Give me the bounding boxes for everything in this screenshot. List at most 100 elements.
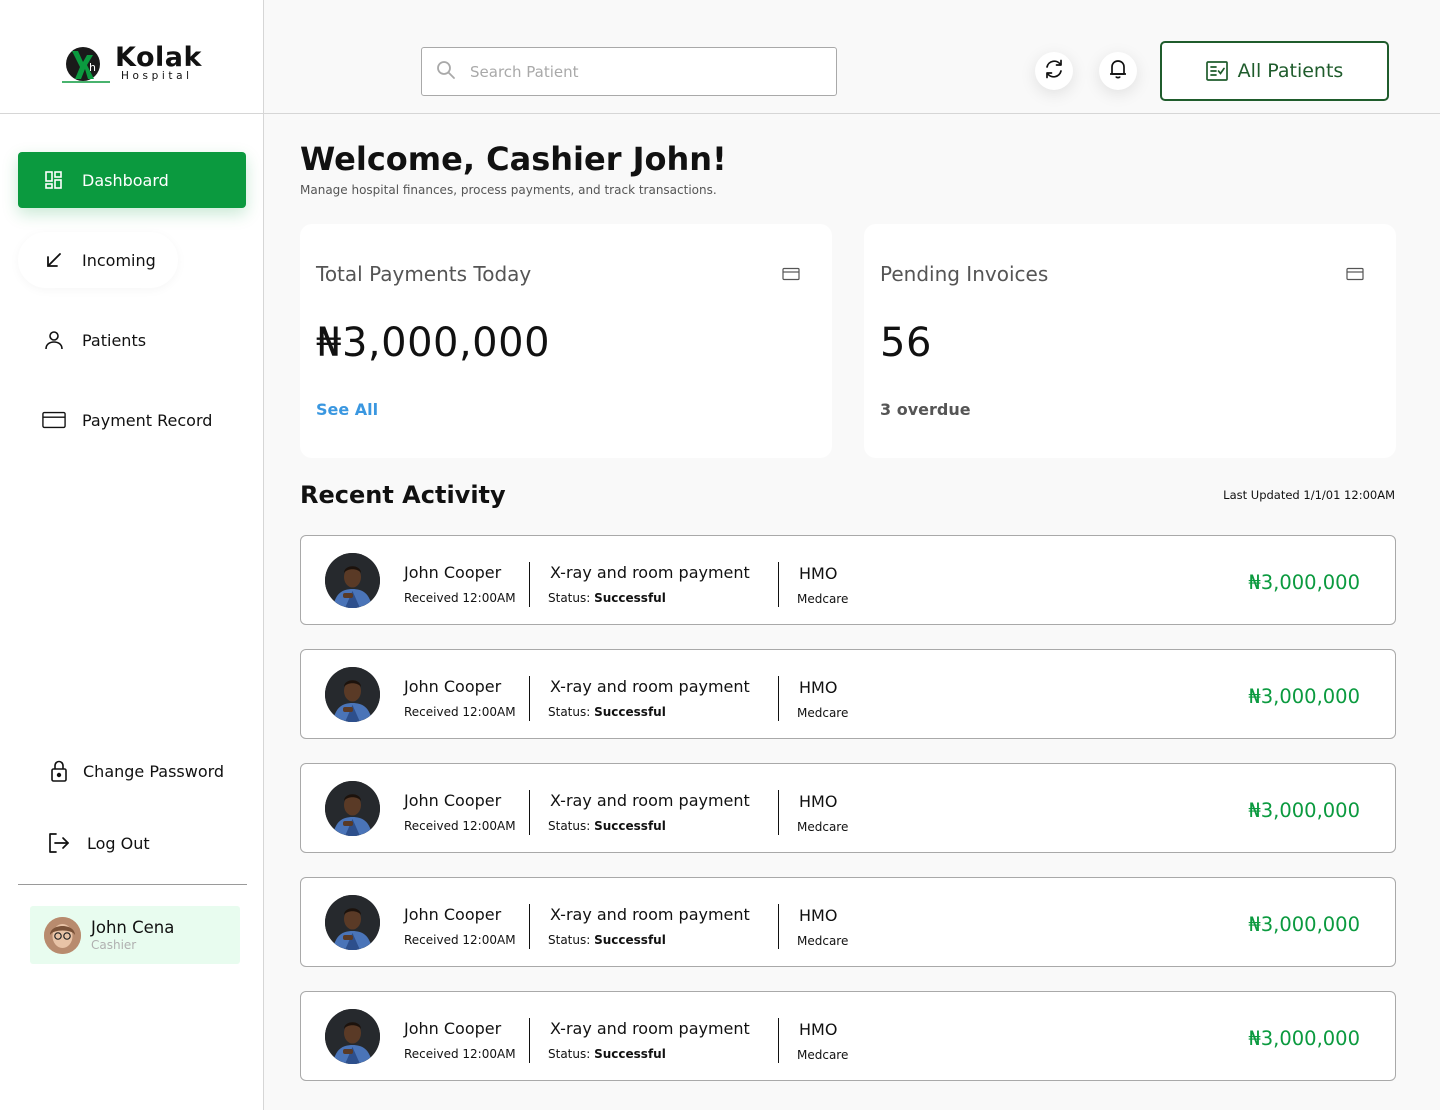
pending-invoices-card: Pending Invoices 56 3 overdue: [864, 224, 1396, 458]
change-password-label: Change Password: [83, 761, 225, 781]
status-label: Status:: [548, 705, 591, 719]
payment-type: HMO: [799, 792, 838, 811]
dashboard-icon: [42, 168, 66, 192]
svg-text:h: h: [89, 61, 96, 74]
status-value: Successful: [594, 705, 666, 719]
status-label: Status:: [548, 819, 591, 833]
avatar: [325, 895, 380, 950]
avatar: [325, 1009, 380, 1064]
payment-amount: ₦3,000,000: [1248, 1027, 1360, 1050]
payment-amount: ₦3,000,000: [1248, 913, 1360, 936]
payment-description: X-ray and room payment: [550, 677, 750, 696]
hmo-provider: Medcare: [797, 1048, 849, 1062]
card-icon: [1346, 266, 1364, 285]
received-time: Received 12:00AM: [404, 1047, 516, 1061]
patient-name: John Cooper: [404, 1019, 502, 1038]
page-title: Welcome, Cashier John!: [300, 140, 727, 178]
status-value: Successful: [594, 1047, 666, 1061]
activity-row[interactable]: John Cooper Received 12:00AM X-ray and r…: [300, 763, 1396, 853]
payment-description: X-ray and room payment: [550, 563, 750, 582]
logout-label: Log Out: [87, 833, 150, 853]
hmo-provider: Medcare: [797, 934, 849, 948]
row-divider: [529, 676, 530, 721]
card-icon: [42, 408, 66, 432]
hmo-provider: Medcare: [797, 706, 849, 720]
card-value: 56: [880, 320, 932, 366]
status-value: Successful: [594, 819, 666, 833]
payment-status: Status: Successful: [548, 1047, 666, 1061]
row-divider: [778, 790, 779, 835]
patient-name: John Cooper: [404, 563, 502, 582]
payment-type: HMO: [799, 564, 838, 583]
received-time: Received 12:00AM: [404, 591, 516, 605]
kolak-logo-icon: h: [62, 47, 110, 83]
payment-description: X-ray and room payment: [550, 1019, 750, 1038]
patient-name: John Cooper: [404, 677, 502, 696]
payment-status: Status: Successful: [548, 819, 666, 833]
status-label: Status:: [548, 591, 591, 605]
sidebar-item-label: Dashboard: [82, 170, 169, 190]
brand-subtitle: Hospital: [121, 70, 193, 82]
payment-description: X-ray and room payment: [550, 791, 750, 810]
activity-row[interactable]: John Cooper Received 12:00AM X-ray and r…: [300, 535, 1396, 625]
received-time: Received 12:00AM: [404, 705, 516, 719]
sidebar-item-patients[interactable]: Patients: [18, 312, 246, 368]
row-divider: [529, 904, 530, 949]
row-divider: [778, 676, 779, 721]
row-divider: [529, 562, 530, 607]
row-divider: [529, 790, 530, 835]
activity-row[interactable]: John Cooper Received 12:00AM X-ray and r…: [300, 991, 1396, 1081]
row-divider: [778, 562, 779, 607]
total-payments-card: Total Payments Today ₦3,000,000 See All: [300, 224, 832, 458]
search-input[interactable]: [470, 62, 810, 81]
last-updated: Last Updated 1/1/01 12:00AM: [1223, 488, 1395, 502]
all-patients-button[interactable]: All Patients: [1160, 41, 1389, 101]
card-value: ₦3,000,000: [316, 320, 551, 366]
refresh-button[interactable]: [1035, 52, 1073, 90]
hmo-provider: Medcare: [797, 592, 849, 606]
search-bar[interactable]: [421, 47, 837, 96]
patient-name: John Cooper: [404, 791, 502, 810]
recent-activity-title: Recent Activity: [300, 481, 506, 509]
status-value: Successful: [594, 933, 666, 947]
row-divider: [778, 904, 779, 949]
payment-type: HMO: [799, 1020, 838, 1039]
user-profile-card[interactable]: John Cena Cashier: [30, 906, 240, 964]
sidebar-divider: [18, 884, 247, 885]
sidebar-item-payment-record[interactable]: Payment Record: [18, 392, 246, 448]
patient-name: John Cooper: [404, 905, 502, 924]
status-value: Successful: [594, 591, 666, 605]
lock-icon: [47, 759, 71, 783]
row-divider: [778, 1018, 779, 1063]
payment-status: Status: Successful: [548, 705, 666, 719]
avatar: [44, 916, 81, 954]
sidebar-item-label: Patients: [82, 330, 147, 350]
card-icon: [782, 266, 800, 285]
sidebar: h Kolak Hospital Dashboard Incoming Pati…: [0, 0, 264, 1110]
activity-row[interactable]: John Cooper Received 12:00AM X-ray and r…: [300, 649, 1396, 739]
avatar: [325, 667, 380, 722]
sidebar-item-label: Payment Record: [82, 410, 213, 430]
payment-description: X-ray and room payment: [550, 905, 750, 924]
payment-type: HMO: [799, 678, 838, 697]
received-time: Received 12:00AM: [404, 819, 516, 833]
status-label: Status:: [548, 1047, 591, 1061]
see-all-link[interactable]: See All: [316, 400, 378, 419]
hmo-provider: Medcare: [797, 820, 849, 834]
payment-amount: ₦3,000,000: [1248, 571, 1360, 594]
activity-list: John Cooper Received 12:00AM X-ray and r…: [300, 535, 1396, 1105]
logo-area: h Kolak Hospital: [0, 0, 263, 114]
change-password-button[interactable]: Change Password: [47, 759, 224, 783]
avatar: [325, 553, 380, 608]
page-subtitle: Manage hospital finances, process paymen…: [300, 183, 717, 197]
checklist-icon: [1205, 61, 1228, 81]
top-header: All Patients: [264, 0, 1440, 114]
refresh-icon: [1043, 58, 1065, 84]
row-divider: [529, 1018, 530, 1063]
logout-button[interactable]: Log Out: [47, 831, 150, 855]
activity-row[interactable]: John Cooper Received 12:00AM X-ray and r…: [300, 877, 1396, 967]
notifications-button[interactable]: [1099, 52, 1137, 90]
sidebar-item-incoming[interactable]: Incoming: [18, 232, 178, 288]
sidebar-item-dashboard[interactable]: Dashboard: [18, 152, 246, 208]
user-role: Cashier: [91, 938, 137, 952]
